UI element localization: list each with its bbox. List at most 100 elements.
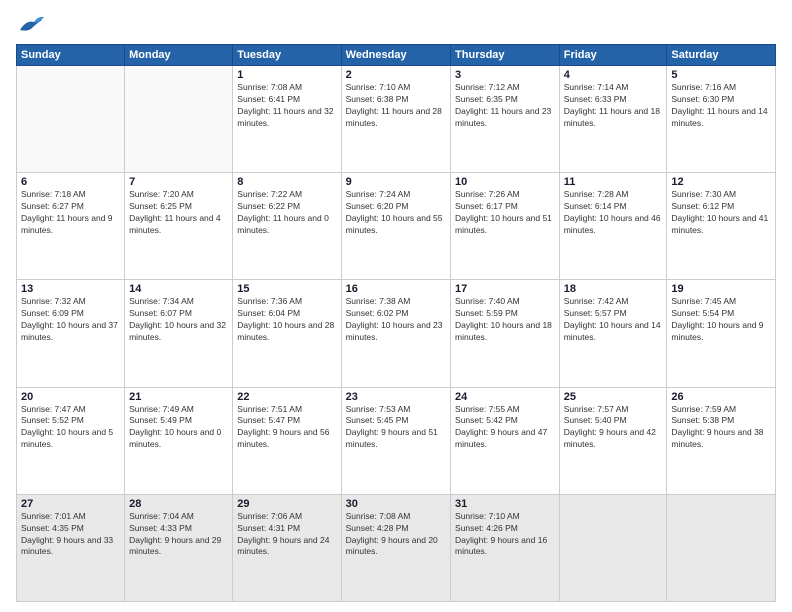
day-info: Sunrise: 7:57 AMSunset: 5:40 PMDaylight:… [564,404,663,452]
day-number: 14 [129,283,228,295]
day-info: Sunrise: 7:10 AMSunset: 4:26 PMDaylight:… [455,511,555,559]
day-info: Sunrise: 7:30 AMSunset: 6:12 PMDaylight:… [671,189,771,237]
header [16,12,776,36]
weekday-header-friday: Friday [559,45,667,66]
calendar-cell: 25Sunrise: 7:57 AMSunset: 5:40 PMDayligh… [559,387,667,494]
day-number: 21 [129,391,228,403]
logo [16,12,48,36]
calendar-cell: 29Sunrise: 7:06 AMSunset: 4:31 PMDayligh… [233,494,341,601]
day-number: 22 [237,391,336,403]
calendar-cell: 10Sunrise: 7:26 AMSunset: 6:17 PMDayligh… [451,173,560,280]
calendar-cell [125,66,233,173]
calendar-cell: 12Sunrise: 7:30 AMSunset: 6:12 PMDayligh… [667,173,776,280]
day-info: Sunrise: 7:32 AMSunset: 6:09 PMDaylight:… [21,296,120,344]
day-number: 8 [237,176,336,188]
day-number: 10 [455,176,555,188]
day-info: Sunrise: 7:26 AMSunset: 6:17 PMDaylight:… [455,189,555,237]
day-info: Sunrise: 7:18 AMSunset: 6:27 PMDaylight:… [21,189,120,237]
day-info: Sunrise: 7:08 AMSunset: 6:41 PMDaylight:… [237,82,336,130]
day-number: 27 [21,498,120,510]
calendar-cell: 30Sunrise: 7:08 AMSunset: 4:28 PMDayligh… [341,494,450,601]
day-info: Sunrise: 7:36 AMSunset: 6:04 PMDaylight:… [237,296,336,344]
calendar-cell: 3Sunrise: 7:12 AMSunset: 6:35 PMDaylight… [451,66,560,173]
day-number: 9 [346,176,446,188]
calendar-cell [559,494,667,601]
day-number: 23 [346,391,446,403]
day-info: Sunrise: 7:34 AMSunset: 6:07 PMDaylight:… [129,296,228,344]
calendar-week-row: 13Sunrise: 7:32 AMSunset: 6:09 PMDayligh… [17,280,776,387]
calendar-cell: 14Sunrise: 7:34 AMSunset: 6:07 PMDayligh… [125,280,233,387]
day-number: 18 [564,283,663,295]
day-info: Sunrise: 7:04 AMSunset: 4:33 PMDaylight:… [129,511,228,559]
calendar-cell [667,494,776,601]
day-number: 17 [455,283,555,295]
day-number: 25 [564,391,663,403]
calendar-cell: 11Sunrise: 7:28 AMSunset: 6:14 PMDayligh… [559,173,667,280]
calendar-week-row: 6Sunrise: 7:18 AMSunset: 6:27 PMDaylight… [17,173,776,280]
day-info: Sunrise: 7:08 AMSunset: 4:28 PMDaylight:… [346,511,446,559]
day-number: 16 [346,283,446,295]
logo-bird-icon [16,12,44,36]
day-info: Sunrise: 7:14 AMSunset: 6:33 PMDaylight:… [564,82,663,130]
day-info: Sunrise: 7:16 AMSunset: 6:30 PMDaylight:… [671,82,771,130]
day-info: Sunrise: 7:28 AMSunset: 6:14 PMDaylight:… [564,189,663,237]
weekday-header-tuesday: Tuesday [233,45,341,66]
day-number: 26 [671,391,771,403]
calendar-cell: 28Sunrise: 7:04 AMSunset: 4:33 PMDayligh… [125,494,233,601]
day-info: Sunrise: 7:40 AMSunset: 5:59 PMDaylight:… [455,296,555,344]
day-info: Sunrise: 7:22 AMSunset: 6:22 PMDaylight:… [237,189,336,237]
calendar-cell: 31Sunrise: 7:10 AMSunset: 4:26 PMDayligh… [451,494,560,601]
day-number: 13 [21,283,120,295]
day-number: 3 [455,69,555,81]
day-info: Sunrise: 7:06 AMSunset: 4:31 PMDaylight:… [237,511,336,559]
calendar-cell: 20Sunrise: 7:47 AMSunset: 5:52 PMDayligh… [17,387,125,494]
calendar-cell: 13Sunrise: 7:32 AMSunset: 6:09 PMDayligh… [17,280,125,387]
weekday-header-saturday: Saturday [667,45,776,66]
calendar-cell: 27Sunrise: 7:01 AMSunset: 4:35 PMDayligh… [17,494,125,601]
calendar-cell: 2Sunrise: 7:10 AMSunset: 6:38 PMDaylight… [341,66,450,173]
day-number: 24 [455,391,555,403]
calendar-cell: 7Sunrise: 7:20 AMSunset: 6:25 PMDaylight… [125,173,233,280]
calendar-cell: 17Sunrise: 7:40 AMSunset: 5:59 PMDayligh… [451,280,560,387]
calendar-cell: 23Sunrise: 7:53 AMSunset: 5:45 PMDayligh… [341,387,450,494]
calendar-cell: 6Sunrise: 7:18 AMSunset: 6:27 PMDaylight… [17,173,125,280]
day-number: 2 [346,69,446,81]
day-number: 4 [564,69,663,81]
calendar-cell: 22Sunrise: 7:51 AMSunset: 5:47 PMDayligh… [233,387,341,494]
calendar-cell: 4Sunrise: 7:14 AMSunset: 6:33 PMDaylight… [559,66,667,173]
calendar-week-row: 27Sunrise: 7:01 AMSunset: 4:35 PMDayligh… [17,494,776,601]
day-number: 20 [21,391,120,403]
day-info: Sunrise: 7:53 AMSunset: 5:45 PMDaylight:… [346,404,446,452]
day-number: 6 [21,176,120,188]
day-number: 29 [237,498,336,510]
weekday-header-row: SundayMondayTuesdayWednesdayThursdayFrid… [17,45,776,66]
day-info: Sunrise: 7:24 AMSunset: 6:20 PMDaylight:… [346,189,446,237]
day-info: Sunrise: 7:45 AMSunset: 5:54 PMDaylight:… [671,296,771,344]
weekday-header-wednesday: Wednesday [341,45,450,66]
calendar-cell: 26Sunrise: 7:59 AMSunset: 5:38 PMDayligh… [667,387,776,494]
day-info: Sunrise: 7:01 AMSunset: 4:35 PMDaylight:… [21,511,120,559]
day-info: Sunrise: 7:20 AMSunset: 6:25 PMDaylight:… [129,189,228,237]
calendar-cell: 5Sunrise: 7:16 AMSunset: 6:30 PMDaylight… [667,66,776,173]
day-number: 12 [671,176,771,188]
day-info: Sunrise: 7:10 AMSunset: 6:38 PMDaylight:… [346,82,446,130]
weekday-header-monday: Monday [125,45,233,66]
weekday-header-sunday: Sunday [17,45,125,66]
day-info: Sunrise: 7:55 AMSunset: 5:42 PMDaylight:… [455,404,555,452]
day-number: 1 [237,69,336,81]
day-info: Sunrise: 7:49 AMSunset: 5:49 PMDaylight:… [129,404,228,452]
calendar-cell: 15Sunrise: 7:36 AMSunset: 6:04 PMDayligh… [233,280,341,387]
day-number: 28 [129,498,228,510]
weekday-header-thursday: Thursday [451,45,560,66]
calendar-week-row: 1Sunrise: 7:08 AMSunset: 6:41 PMDaylight… [17,66,776,173]
day-number: 7 [129,176,228,188]
day-info: Sunrise: 7:59 AMSunset: 5:38 PMDaylight:… [671,404,771,452]
day-info: Sunrise: 7:42 AMSunset: 5:57 PMDaylight:… [564,296,663,344]
calendar-cell: 18Sunrise: 7:42 AMSunset: 5:57 PMDayligh… [559,280,667,387]
calendar-week-row: 20Sunrise: 7:47 AMSunset: 5:52 PMDayligh… [17,387,776,494]
calendar-cell: 9Sunrise: 7:24 AMSunset: 6:20 PMDaylight… [341,173,450,280]
day-number: 5 [671,69,771,81]
day-info: Sunrise: 7:47 AMSunset: 5:52 PMDaylight:… [21,404,120,452]
calendar-cell [17,66,125,173]
calendar: SundayMondayTuesdayWednesdayThursdayFrid… [16,44,776,602]
